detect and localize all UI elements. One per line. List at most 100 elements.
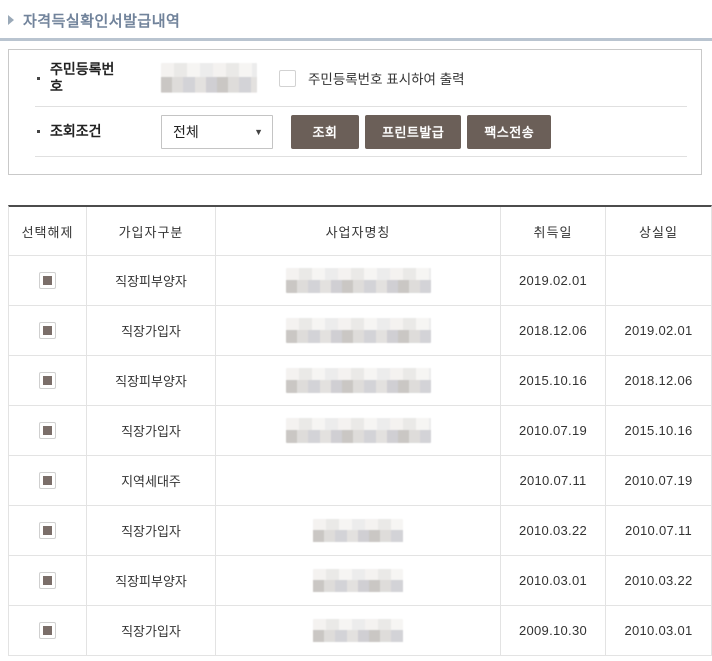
history-table: 선택해제 가입자구분 사업자명칭 취득일 상실일 직장피부양자 2019.02.… [8, 205, 712, 656]
row-checkbox[interactable] [39, 272, 56, 289]
subscriber-type: 지역세대주 [87, 456, 216, 506]
table-row: 직장가입자 2010.07.19 2015.10.16 [9, 406, 711, 456]
fax-send-button[interactable]: 팩스전송 [467, 114, 552, 149]
business-name-cell [216, 556, 501, 606]
table-body: 직장피부양자 2019.02.01 직장가입자 2018.12.06 2019.… [9, 256, 711, 656]
checkbox-fill [43, 376, 52, 385]
loss-date: 2010.03.22 [606, 556, 711, 606]
business-name-cell [216, 256, 501, 306]
select-cell [9, 606, 87, 656]
acquisition-date: 2010.07.11 [501, 456, 606, 506]
button-group: 조회 프린트발급 팩스전송 [291, 114, 557, 149]
business-name-masked [313, 518, 403, 543]
loss-date: 2015.10.16 [606, 406, 711, 456]
header-subscriber-type: 가입자구분 [87, 207, 216, 256]
checkbox-fill [43, 576, 52, 585]
select-cell [9, 456, 87, 506]
acquisition-date: 2009.10.30 [501, 606, 606, 656]
select-cell [9, 506, 87, 556]
loss-date: 2010.03.01 [606, 606, 711, 656]
loss-date: 2010.07.19 [606, 456, 711, 506]
business-name-cell [216, 356, 501, 406]
row-checkbox[interactable] [39, 372, 56, 389]
header-loss-date: 상실일 [606, 207, 711, 256]
row-checkbox[interactable] [39, 572, 56, 589]
header-acquisition-date: 취득일 [501, 207, 606, 256]
rrn-form-row: 주민등록번호 주민등록번호 표시하여 출력 [9, 50, 701, 106]
condition-form-row: 조회조건 전체 ▼ 조회 프린트발급 팩스전송 [9, 107, 701, 156]
business-name-masked [285, 418, 431, 443]
title-arrow-icon [8, 15, 14, 25]
business-name-masked [313, 618, 403, 643]
subscriber-type: 직장가입자 [87, 506, 216, 556]
search-form: 주민등록번호 주민등록번호 표시하여 출력 조회조건 전체 ▼ 조회 프린트발급… [8, 49, 702, 175]
checkbox-fill [43, 276, 52, 285]
header-deselect: 선택해제 [9, 207, 87, 256]
loss-date [606, 256, 711, 306]
header-business-name: 사업자명칭 [216, 207, 501, 256]
business-name-cell [216, 456, 501, 506]
acquisition-date: 2018.12.06 [501, 306, 606, 356]
business-name-masked [313, 568, 403, 593]
form-row-divider [35, 156, 687, 157]
acquisition-date: 2019.02.01 [501, 256, 606, 306]
table-row: 직장가입자 2018.12.06 2019.02.01 [9, 306, 711, 356]
table-row: 직장피부양자 2019.02.01 [9, 256, 711, 306]
loss-date: 2019.02.01 [606, 306, 711, 356]
acquisition-date: 2015.10.16 [501, 356, 606, 406]
chevron-down-icon: ▼ [254, 126, 263, 137]
subscriber-type: 직장피부양자 [87, 356, 216, 406]
checkbox-fill [43, 476, 52, 485]
checkbox-fill [43, 326, 52, 335]
row-checkbox[interactable] [39, 422, 56, 439]
row-checkbox[interactable] [39, 472, 56, 489]
page: 자격득실확인서발급내역 주민등록번호 주민등록번호 표시하여 출력 조회조건 전… [0, 9, 712, 661]
acquisition-date: 2010.03.22 [501, 506, 606, 556]
condition-label: 조회조건 [50, 122, 102, 139]
business-name-cell [216, 506, 501, 556]
loss-date: 2010.07.11 [606, 506, 711, 556]
condition-select[interactable]: 전체 ▼ [161, 114, 273, 149]
select-cell [9, 256, 87, 306]
row-checkbox[interactable] [39, 322, 56, 339]
checkbox-fill [43, 526, 52, 535]
rrn-value-masked [161, 63, 257, 93]
acquisition-date: 2010.07.19 [501, 406, 606, 456]
table-row: 직장가입자 2009.10.30 2010.03.01 [9, 606, 711, 656]
subscriber-type: 직장가입자 [87, 606, 216, 656]
row-checkbox[interactable] [39, 622, 56, 639]
table-row: 직장가입자 2010.03.22 2010.07.11 [9, 506, 711, 556]
search-button[interactable]: 조회 [291, 114, 359, 149]
business-name-cell [216, 306, 501, 356]
table-row: 직장피부양자 2010.03.01 2010.03.22 [9, 556, 711, 606]
page-header: 자격득실확인서발급내역 [8, 9, 712, 31]
business-name-masked [285, 318, 431, 343]
acquisition-date: 2010.03.01 [501, 556, 606, 606]
business-name-cell [216, 406, 501, 456]
table-row: 지역세대주 2010.07.11 2010.07.19 [9, 456, 711, 506]
rrn-label: 주민등록번호 [50, 60, 115, 95]
table-row: 직장피부양자 2015.10.16 2018.12.06 [9, 356, 711, 406]
business-name-masked [285, 268, 431, 293]
select-cell [9, 556, 87, 606]
select-cell [9, 306, 87, 356]
checkbox-fill [43, 626, 52, 635]
bullet-icon [37, 130, 40, 133]
row-checkbox[interactable] [39, 522, 56, 539]
subscriber-type: 직장피부양자 [87, 556, 216, 606]
show-rrn-checkbox[interactable] [279, 69, 296, 87]
loss-date: 2018.12.06 [606, 356, 711, 406]
select-cell [9, 406, 87, 456]
business-name-masked [285, 368, 431, 393]
subscriber-type: 직장가입자 [87, 306, 216, 356]
checkbox-fill [43, 426, 52, 435]
subscriber-type: 직장가입자 [87, 406, 216, 456]
show-rrn-checkbox-label: 주민등록번호 표시하여 출력 [308, 72, 465, 87]
page-title: 자격득실확인서발급내역 [23, 12, 181, 30]
subscriber-type: 직장피부양자 [87, 256, 216, 306]
business-name-cell [216, 606, 501, 656]
select-cell [9, 356, 87, 406]
print-issue-button[interactable]: 프린트발급 [365, 114, 462, 149]
table-header-row: 선택해제 가입자구분 사업자명칭 취득일 상실일 [9, 207, 711, 256]
condition-select-value: 전체 [173, 123, 199, 140]
